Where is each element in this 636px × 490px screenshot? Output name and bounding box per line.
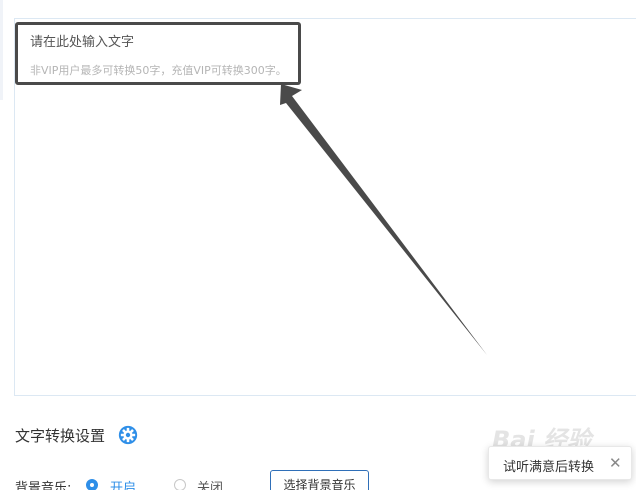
conversion-settings-title: 文字转换设置 (15, 427, 106, 445)
close-icon[interactable]: ✕ (609, 453, 622, 473)
annotation-arrow (280, 84, 487, 355)
arrow-shape (280, 84, 487, 355)
select-background-music-button[interactable]: 选择背景音乐 (270, 470, 369, 490)
toast-message: 试听满意后转换 (503, 460, 595, 475)
bgm-on-label[interactable]: 开启 (110, 477, 136, 490)
page: 请在此处输入文字 非VIP用户最多可转换50字，充值VIP可转换300字。 文字… (0, 0, 636, 490)
bgm-on-radio[interactable] (86, 479, 98, 490)
bgm-off-radio[interactable] (174, 479, 186, 490)
preview-toast: 试听满意后转换 ✕ (488, 446, 632, 480)
background-music-label: 背景音乐: (15, 481, 72, 490)
bgm-off-label[interactable]: 关闭 (197, 477, 223, 490)
gear-icon[interactable] (117, 424, 139, 446)
